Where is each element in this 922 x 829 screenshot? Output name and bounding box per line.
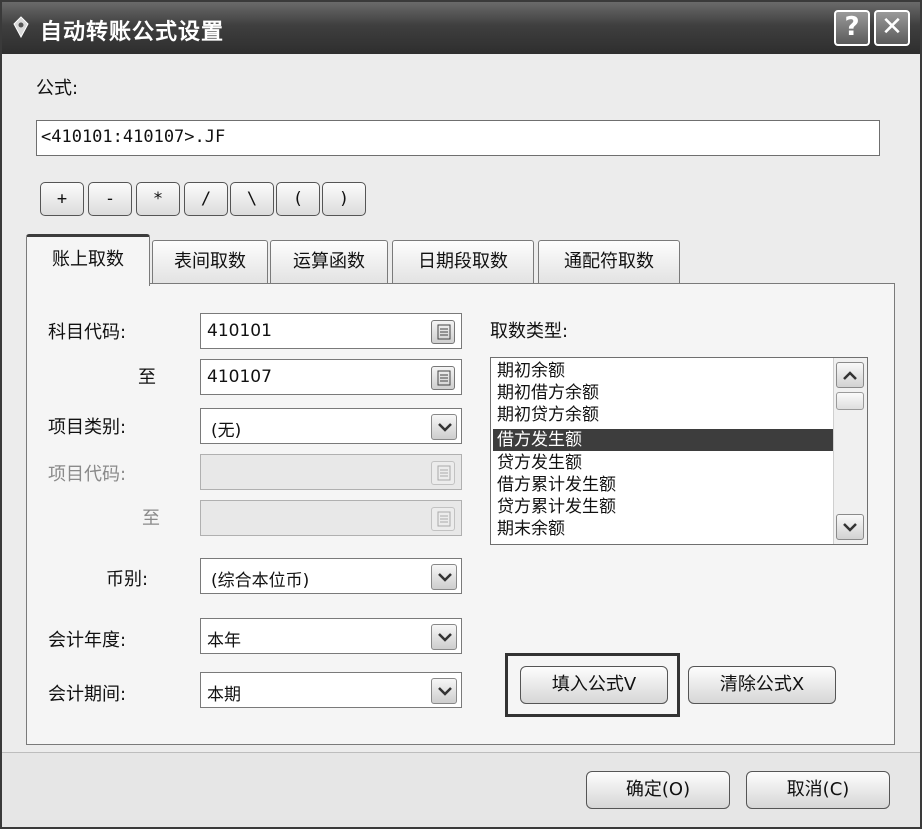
item-code-field	[200, 454, 462, 490]
op-multiply-button[interactable]: *	[136, 182, 180, 216]
title-bar[interactable]: 自动转账公式设置 ? ✕	[2, 2, 920, 54]
chevron-down-icon[interactable]	[836, 514, 864, 540]
fiscal-period-select[interactable]: 本期	[200, 672, 462, 708]
currency-value: (综合本位币)	[211, 571, 310, 591]
scrollbar-thumb[interactable]	[836, 392, 864, 410]
tab-date-range-fetch[interactable]: 日期段取数	[392, 240, 534, 284]
tab-wildcard-fetch[interactable]: 通配符取数	[538, 240, 680, 284]
item-code-label: 项目代码:	[48, 464, 127, 485]
account-code-label: 科目代码:	[48, 322, 127, 343]
account-code-field[interactable]: 410101	[200, 313, 462, 349]
item-to-field	[200, 500, 462, 536]
account-to-field[interactable]: 410107	[200, 359, 462, 395]
window-title: 自动转账公式设置	[40, 20, 225, 45]
item-to-label: 至	[142, 508, 160, 529]
list-item[interactable]: 期末余额	[493, 518, 833, 540]
chevron-down-icon[interactable]	[431, 678, 457, 704]
op-backslash-button[interactable]: \	[230, 182, 274, 216]
help-button[interactable]: ?	[834, 10, 870, 46]
list-browse-icon[interactable]	[431, 320, 455, 344]
list-browse-icon	[431, 507, 455, 531]
fiscal-year-value: 本年	[207, 631, 241, 651]
op-minus-button[interactable]: -	[88, 182, 132, 216]
listbox-scrollbar[interactable]	[833, 358, 867, 544]
clear-formula-button[interactable]: 清除公式X	[688, 666, 836, 704]
formula-label: 公式:	[36, 78, 79, 99]
account-to-value: 410107	[207, 367, 272, 387]
formula-input[interactable]: <410101:410107>.JF	[36, 120, 880, 156]
item-category-value: (无)	[211, 421, 242, 441]
currency-select[interactable]: (综合本位币)	[200, 558, 462, 594]
list-browse-icon[interactable]	[431, 366, 455, 390]
op-divide-button[interactable]: /	[184, 182, 228, 216]
chevron-down-icon[interactable]	[431, 414, 457, 440]
fiscal-period-value: 本期	[207, 685, 241, 705]
cancel-button[interactable]: 取消(C)	[746, 771, 890, 809]
close-button[interactable]: ✕	[874, 10, 910, 46]
ok-button[interactable]: 确定(O)	[586, 771, 730, 809]
list-item[interactable]: 借方累计发生额	[493, 474, 833, 496]
op-left-paren-button[interactable]: (	[276, 182, 320, 216]
tab-functions[interactable]: 运算函数	[270, 240, 388, 284]
item-category-select[interactable]: (无)	[200, 408, 462, 444]
fiscal-year-select[interactable]: 本年	[200, 618, 462, 654]
list-browse-icon	[431, 461, 455, 485]
dialog-footer: 确定(O) 取消(C)	[2, 752, 920, 827]
chevron-up-icon[interactable]	[836, 362, 864, 388]
currency-label: 币别:	[106, 569, 149, 590]
list-item[interactable]: 期初借方余额	[493, 382, 833, 404]
app-icon	[13, 16, 29, 38]
fiscal-period-label: 会计期间:	[48, 684, 127, 705]
list-item-selected[interactable]: 借方发生额	[493, 429, 833, 451]
fill-formula-button[interactable]: 填入公式V	[520, 666, 668, 704]
list-item[interactable]: 贷方发生额	[493, 452, 833, 474]
op-plus-button[interactable]: +	[40, 182, 84, 216]
chevron-down-icon[interactable]	[431, 624, 457, 650]
op-right-paren-button[interactable]: )	[322, 182, 366, 216]
dialog-window: 自动转账公式设置 ? ✕ 公式: <410101:410107>.JF + - …	[0, 0, 922, 829]
list-item[interactable]: 期初余额	[493, 360, 833, 382]
chevron-down-icon[interactable]	[431, 564, 457, 590]
account-code-value: 410101	[207, 321, 272, 341]
tab-table-fetch[interactable]: 表间取数	[152, 240, 268, 284]
list-item[interactable]: 贷方累计发生额	[493, 496, 833, 518]
fetch-type-label: 取数类型:	[490, 321, 569, 342]
item-category-label: 项目类别:	[48, 417, 127, 438]
tab-account-fetch[interactable]: 账上取数	[26, 234, 150, 286]
fiscal-year-label: 会计年度:	[48, 630, 127, 651]
account-to-label: 至	[138, 367, 156, 388]
list-item[interactable]: 期初贷方余额	[493, 404, 833, 426]
fetch-type-listbox[interactable]: 期初余额 期初借方余额 期初贷方余额 借方发生额 贷方发生额 借方累计发生额 贷…	[490, 357, 868, 545]
